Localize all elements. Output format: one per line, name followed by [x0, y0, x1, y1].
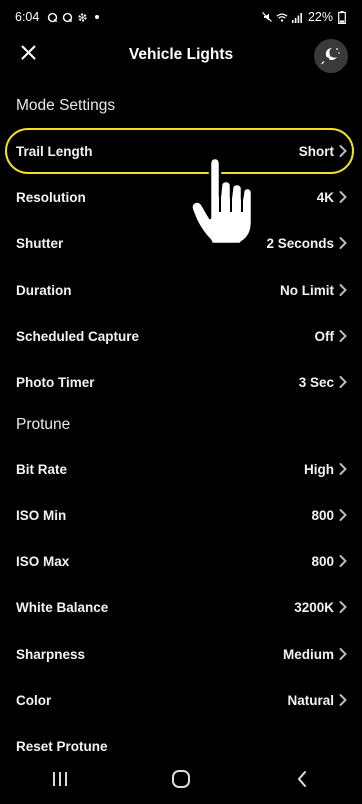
setting-row-color[interactable]: Color Natural	[0, 680, 362, 720]
pointing-hand-icon	[190, 156, 256, 248]
chevron-right-icon	[338, 600, 348, 614]
setting-label: Photo Timer	[16, 374, 95, 390]
setting-value: 800	[311, 553, 334, 569]
setting-row-photo-timer[interactable]: Photo Timer 3 Sec	[0, 362, 362, 402]
setting-value: No Limit	[280, 282, 334, 298]
home-button[interactable]	[151, 761, 211, 801]
recent-apps-button[interactable]	[30, 761, 90, 801]
system-nav-bar	[0, 758, 362, 804]
chevron-right-icon	[338, 329, 348, 343]
setting-label: Shutter	[16, 235, 64, 251]
setting-label: Reset Protune	[16, 738, 108, 754]
battery-percent: 22%	[307, 10, 333, 24]
status-time: 6:04	[15, 10, 40, 24]
signal-icon	[291, 11, 303, 23]
section-heading-mode-settings: Mode Settings	[16, 97, 116, 114]
back-button[interactable]	[272, 761, 332, 801]
setting-value: 800	[311, 507, 334, 523]
setting-label: White Balance	[16, 599, 109, 615]
setting-row-resolution[interactable]: Resolution 4K	[0, 177, 362, 217]
setting-row-iso-max[interactable]: ISO Max 800	[0, 541, 362, 581]
top-bar: Vehicle Lights	[0, 34, 362, 76]
night-mode-button[interactable]	[314, 39, 348, 73]
setting-value-group: 3 Sec	[299, 375, 348, 390]
setting-row-bit-rate[interactable]: Bit Rate High	[0, 449, 362, 489]
notification-dot-icon	[91, 11, 103, 23]
chevron-right-icon	[338, 554, 348, 568]
mute-icon	[261, 11, 273, 23]
section-heading-protune: Protune	[16, 416, 71, 433]
setting-label: Bit Rate	[16, 461, 68, 477]
back-icon	[296, 770, 308, 793]
chevron-right-icon	[338, 647, 348, 661]
setting-label: ISO Min	[16, 507, 67, 523]
setting-value: High	[304, 461, 334, 477]
status-right: 22%	[261, 10, 348, 24]
chat-notification-icon	[61, 11, 73, 23]
settings-gear-icon	[76, 11, 88, 23]
chat-notification-icon	[46, 11, 58, 23]
status-left: 6:04	[15, 10, 103, 24]
setting-row-duration[interactable]: Duration No Limit	[0, 270, 362, 310]
night-mode-icon	[320, 43, 342, 70]
setting-row-white-balance[interactable]: White Balance 3200K	[0, 587, 362, 627]
setting-value: 3 Sec	[298, 374, 334, 390]
setting-value-group: High	[304, 462, 348, 477]
setting-value-group: 2 Seconds	[266, 236, 348, 251]
home-icon	[171, 769, 191, 794]
setting-value: 3200K	[294, 599, 334, 615]
chevron-right-icon	[338, 508, 348, 522]
chevron-right-icon	[338, 236, 348, 250]
chevron-right-icon	[338, 190, 348, 204]
setting-value: Off	[314, 328, 335, 344]
recent-apps-icon	[51, 771, 69, 792]
highlight-ring	[5, 128, 354, 174]
setting-row-shutter[interactable]: Shutter 2 Seconds	[0, 223, 362, 263]
chevron-right-icon	[338, 375, 348, 389]
setting-value-group: 3200K	[294, 600, 348, 615]
setting-value-group: Off	[315, 329, 349, 344]
page-title: Vehicle Lights	[128, 46, 234, 63]
chevron-right-icon	[338, 283, 348, 297]
chevron-right-icon	[338, 462, 348, 476]
setting-label: Sharpness	[16, 646, 86, 662]
setting-value-group: Natural	[287, 693, 348, 708]
setting-value-group: Medium	[283, 647, 348, 662]
setting-value: 4K	[316, 189, 334, 205]
setting-value: Natural	[287, 692, 334, 708]
setting-row-iso-min[interactable]: ISO Min 800	[0, 495, 362, 535]
status-bar: 6:04 22%	[0, 0, 362, 34]
setting-label: Scheduled Capture	[16, 328, 140, 344]
chevron-right-icon	[338, 693, 348, 707]
setting-label: ISO Max	[16, 553, 70, 569]
setting-label: Color	[16, 692, 52, 708]
setting-label: Resolution	[16, 189, 86, 205]
setting-row-sharpness[interactable]: Sharpness Medium	[0, 634, 362, 674]
setting-value-group: No Limit	[280, 283, 348, 298]
setting-value: 2 Seconds	[266, 235, 334, 251]
setting-value-group: 800	[311, 554, 348, 569]
wifi-icon	[276, 11, 288, 23]
setting-row-scheduled-capture[interactable]: Scheduled Capture Off	[0, 316, 362, 356]
setting-label: Duration	[16, 282, 72, 298]
setting-value-group: 4K	[317, 190, 348, 205]
setting-value: Medium	[282, 646, 334, 662]
battery-icon	[336, 10, 348, 24]
setting-value-group: 800	[311, 508, 348, 523]
